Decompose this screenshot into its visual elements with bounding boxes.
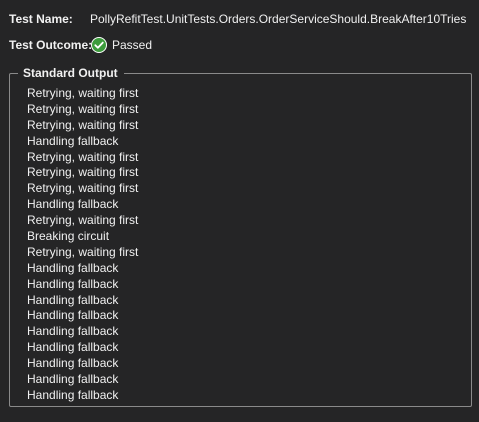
output-line: Handling fallback <box>27 340 119 355</box>
output-line: Handling fallback <box>27 356 119 371</box>
test-outcome-row: Test Outcome: Passed <box>9 37 152 53</box>
test-name-label: Test Name: <box>9 12 73 26</box>
test-name-row: Test Name: PollyRefitTest.UnitTests.Orde… <box>9 11 466 27</box>
output-line: Retrying, waiting first <box>27 165 139 180</box>
output-line: Handling fallback <box>27 260 119 275</box>
output-line: Handling fallback <box>27 372 119 387</box>
check-circle-icon <box>91 37 107 53</box>
standard-output-list[interactable]: Retrying, waiting first Retrying, waiting… <box>27 86 138 404</box>
output-line: Retrying, waiting first <box>27 181 139 196</box>
output-line: Handling fallback <box>27 276 119 291</box>
output-line: Retrying, waiting first <box>27 149 139 164</box>
output-line: Retrying, waiting first <box>27 86 139 100</box>
test-outcome-label: Test Outcome: <box>9 38 93 52</box>
test-outcome-value: Passed <box>112 38 153 52</box>
output-line: Handling fallback <box>27 308 119 323</box>
output-line: Breaking circuit <box>27 229 110 244</box>
output-line: Handling fallback <box>27 197 119 212</box>
output-line: Handling fallback <box>27 324 119 339</box>
test-name-value[interactable]: PollyRefitTest.UnitTests.Orders.OrderSer… <box>90 12 466 26</box>
output-line: Retrying, waiting first <box>27 117 139 132</box>
standard-output-group: Standard Output Retrying, waiting first R… <box>9 66 472 407</box>
output-line: Retrying, waiting first <box>27 101 139 116</box>
standard-output-title: Standard Output <box>18 66 124 80</box>
output-line: Retrying, waiting first <box>27 244 139 259</box>
output-line: Retrying, waiting first <box>27 213 139 228</box>
output-line: Handling fallback <box>27 133 119 148</box>
output-line: Handling fallback <box>27 292 119 307</box>
output-line: Handling fallback <box>27 387 119 402</box>
